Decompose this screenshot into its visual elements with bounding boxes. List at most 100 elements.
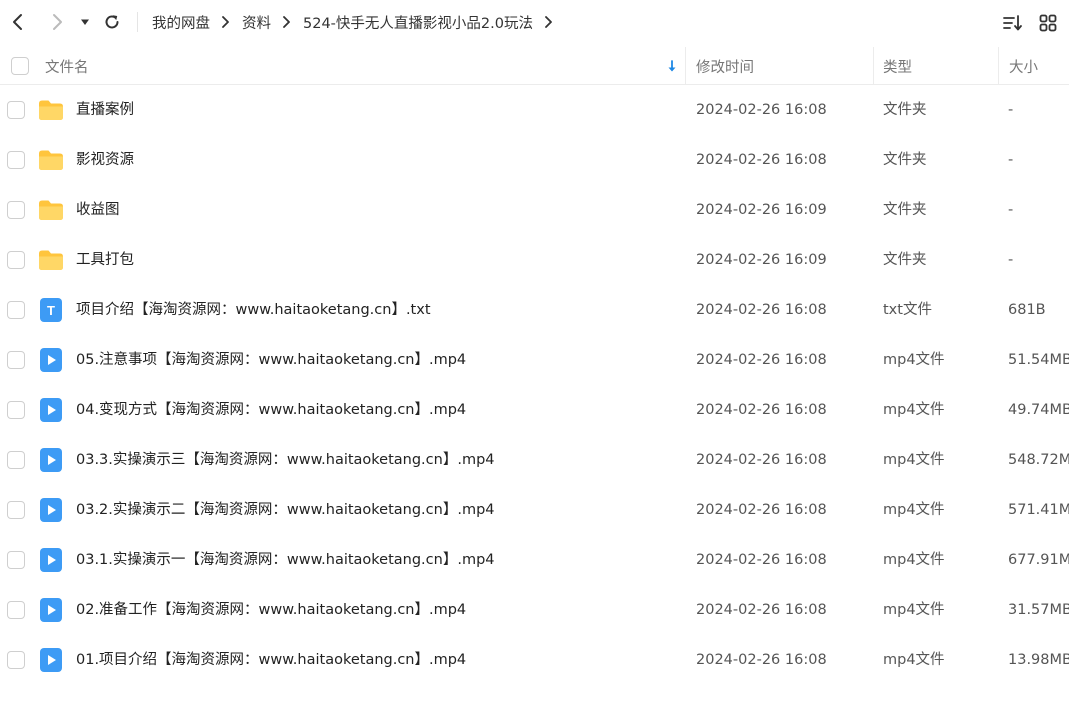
file-modified-time: 2024-02-26 16:08 <box>696 152 827 168</box>
chevron-right-icon[interactable] <box>544 16 553 28</box>
file-modified-time: 2024-02-26 16:08 <box>696 552 827 568</box>
dropdown-icon[interactable] <box>76 10 94 34</box>
file-row[interactable]: 收益图 2024-02-26 16:09 文件夹 - <box>0 185 1069 235</box>
file-name[interactable]: 04.变现方式【海淘资源网：www.haitaoketang.cn】.mp4 <box>76 385 466 435</box>
file-row[interactable]: 影视资源 2024-02-26 16:08 文件夹 - <box>0 135 1069 185</box>
select-all-checkbox[interactable] <box>11 47 29 85</box>
file-row[interactable]: 04.变现方式【海淘资源网：www.haitaoketang.cn】.mp4 20… <box>0 385 1069 435</box>
file-type: mp4文件 <box>883 452 945 468</box>
file-name[interactable]: 01.项目介绍【海淘资源网：www.haitaoketang.cn】.mp4 <box>76 635 466 685</box>
chevron-right-icon <box>221 16 230 28</box>
file-modified-time: 2024-02-26 16:08 <box>696 302 827 318</box>
folder-icon <box>38 97 64 123</box>
toolbar-divider <box>137 12 138 32</box>
file-row[interactable]: 03.1.实操演示一【海淘资源网：www.haitaoketang.cn】.mp… <box>0 535 1069 585</box>
file-type: 文件夹 <box>883 252 927 268</box>
file-row[interactable]: 05.注意事项【海淘资源网：www.haitaoketang.cn】.mp4 20… <box>0 335 1069 385</box>
file-name[interactable]: 02.准备工作【海淘资源网：www.haitaoketang.cn】.mp4 <box>76 585 466 635</box>
row-checkbox[interactable] <box>7 601 25 619</box>
row-checkbox[interactable] <box>7 201 25 219</box>
breadcrumb-item-root[interactable]: 我的网盘 <box>152 12 210 33</box>
file-type: 文件夹 <box>883 152 927 168</box>
file-size: 51.54MB <box>1008 352 1069 368</box>
file-size: - <box>1008 152 1014 168</box>
video-file-icon <box>38 497 64 523</box>
file-modified-time: 2024-02-26 16:08 <box>696 352 827 368</box>
file-modified-time: 2024-02-26 16:08 <box>696 652 827 668</box>
video-file-icon <box>38 397 64 423</box>
chevron-right-icon <box>282 16 291 28</box>
grid-view-icon[interactable] <box>1036 11 1060 35</box>
file-name[interactable]: 05.注意事项【海淘资源网：www.haitaoketang.cn】.mp4 <box>76 335 466 385</box>
sort-list-icon[interactable] <box>1001 11 1025 35</box>
file-size: 571.41MB <box>1008 502 1069 518</box>
row-checkbox[interactable] <box>7 251 25 269</box>
file-row[interactable]: T 项目介绍【海淘资源网：www.haitaoketang.cn】.txt 2024… <box>0 285 1069 335</box>
video-file-icon <box>38 597 64 623</box>
toolbar: 我的网盘 资料 524-快手无人直播影视小品2.0玩法 <box>0 0 1069 44</box>
file-row[interactable]: 直播案例 2024-02-26 16:08 文件夹 - <box>0 85 1069 135</box>
file-modified-time: 2024-02-26 16:08 <box>696 102 827 118</box>
file-type: mp4文件 <box>883 552 945 568</box>
file-size: 681B <box>1008 302 1046 318</box>
row-checkbox[interactable] <box>7 451 25 469</box>
file-modified-time: 2024-02-26 16:08 <box>696 602 827 618</box>
file-type: mp4文件 <box>883 352 945 368</box>
file-size: 31.57MB <box>1008 602 1069 618</box>
file-name[interactable]: 项目介绍【海淘资源网：www.haitaoketang.cn】.txt <box>76 285 431 335</box>
file-list-header: 文件名 修改时间 类型 大小 <box>0 47 1069 85</box>
row-checkbox[interactable] <box>7 551 25 569</box>
column-divider[interactable] <box>685 47 686 85</box>
column-divider[interactable] <box>998 47 999 85</box>
column-divider[interactable] <box>873 47 874 85</box>
file-name[interactable]: 直播案例 <box>76 85 134 135</box>
breadcrumb: 我的网盘 资料 524-快手无人直播影视小品2.0玩法 <box>152 0 565 44</box>
row-checkbox[interactable] <box>7 301 25 319</box>
file-name[interactable]: 工具打包 <box>76 235 134 285</box>
row-checkbox[interactable] <box>7 151 25 169</box>
column-header-size[interactable]: 大小 <box>1009 47 1038 85</box>
file-type: mp4文件 <box>883 602 945 618</box>
file-name[interactable]: 03.3.实操演示三【海淘资源网：www.haitaoketang.cn】.mp… <box>76 435 495 485</box>
folder-icon <box>38 147 64 173</box>
file-row[interactable]: 02.准备工作【海淘资源网：www.haitaoketang.cn】.mp4 20… <box>0 585 1069 635</box>
file-name[interactable]: 03.1.实操演示一【海淘资源网：www.haitaoketang.cn】.mp… <box>76 535 495 585</box>
file-type: mp4文件 <box>883 402 945 418</box>
file-modified-time: 2024-02-26 16:08 <box>696 452 827 468</box>
file-modified-time: 2024-02-26 16:08 <box>696 402 827 418</box>
row-checkbox[interactable] <box>7 501 25 519</box>
breadcrumb-item-current[interactable]: 524-快手无人直播影视小品2.0玩法 <box>303 12 533 33</box>
folder-icon <box>38 247 64 273</box>
file-modified-time: 2024-02-26 16:08 <box>696 502 827 518</box>
file-type: mp4文件 <box>883 502 945 518</box>
file-name[interactable]: 影视资源 <box>76 135 134 185</box>
column-header-name[interactable]: 文件名 <box>45 47 665 85</box>
video-file-icon <box>38 347 64 373</box>
file-name[interactable]: 收益图 <box>76 185 120 235</box>
file-size: - <box>1008 252 1014 268</box>
row-checkbox[interactable] <box>7 401 25 419</box>
file-row[interactable]: 01.项目介绍【海淘资源网：www.haitaoketang.cn】.mp4 20… <box>0 635 1069 685</box>
column-header-type[interactable]: 类型 <box>883 47 912 85</box>
breadcrumb-item-materials[interactable]: 资料 <box>242 12 271 33</box>
file-row[interactable]: 03.2.实操演示二【海淘资源网：www.haitaoketang.cn】.mp… <box>0 485 1069 535</box>
forward-icon[interactable] <box>45 10 69 34</box>
file-size: - <box>1008 102 1014 118</box>
column-header-modified[interactable]: 修改时间 <box>696 47 754 85</box>
file-name[interactable]: 03.2.实操演示二【海淘资源网：www.haitaoketang.cn】.mp… <box>76 485 495 535</box>
svg-text:T: T <box>47 303 55 318</box>
row-checkbox[interactable] <box>7 351 25 369</box>
file-modified-time: 2024-02-26 16:09 <box>696 252 827 268</box>
file-size: 49.74MB <box>1008 402 1069 418</box>
video-file-icon <box>38 447 64 473</box>
file-type: txt文件 <box>883 302 932 318</box>
text-file-icon: T <box>38 297 64 323</box>
row-checkbox[interactable] <box>7 651 25 669</box>
refresh-icon[interactable] <box>100 10 124 34</box>
file-size: 677.91MB <box>1008 552 1069 568</box>
sort-down-icon[interactable] <box>665 58 679 74</box>
file-row[interactable]: 03.3.实操演示三【海淘资源网：www.haitaoketang.cn】.mp… <box>0 435 1069 485</box>
row-checkbox[interactable] <box>7 101 25 119</box>
file-row[interactable]: 工具打包 2024-02-26 16:09 文件夹 - <box>0 235 1069 285</box>
back-icon[interactable] <box>6 10 30 34</box>
